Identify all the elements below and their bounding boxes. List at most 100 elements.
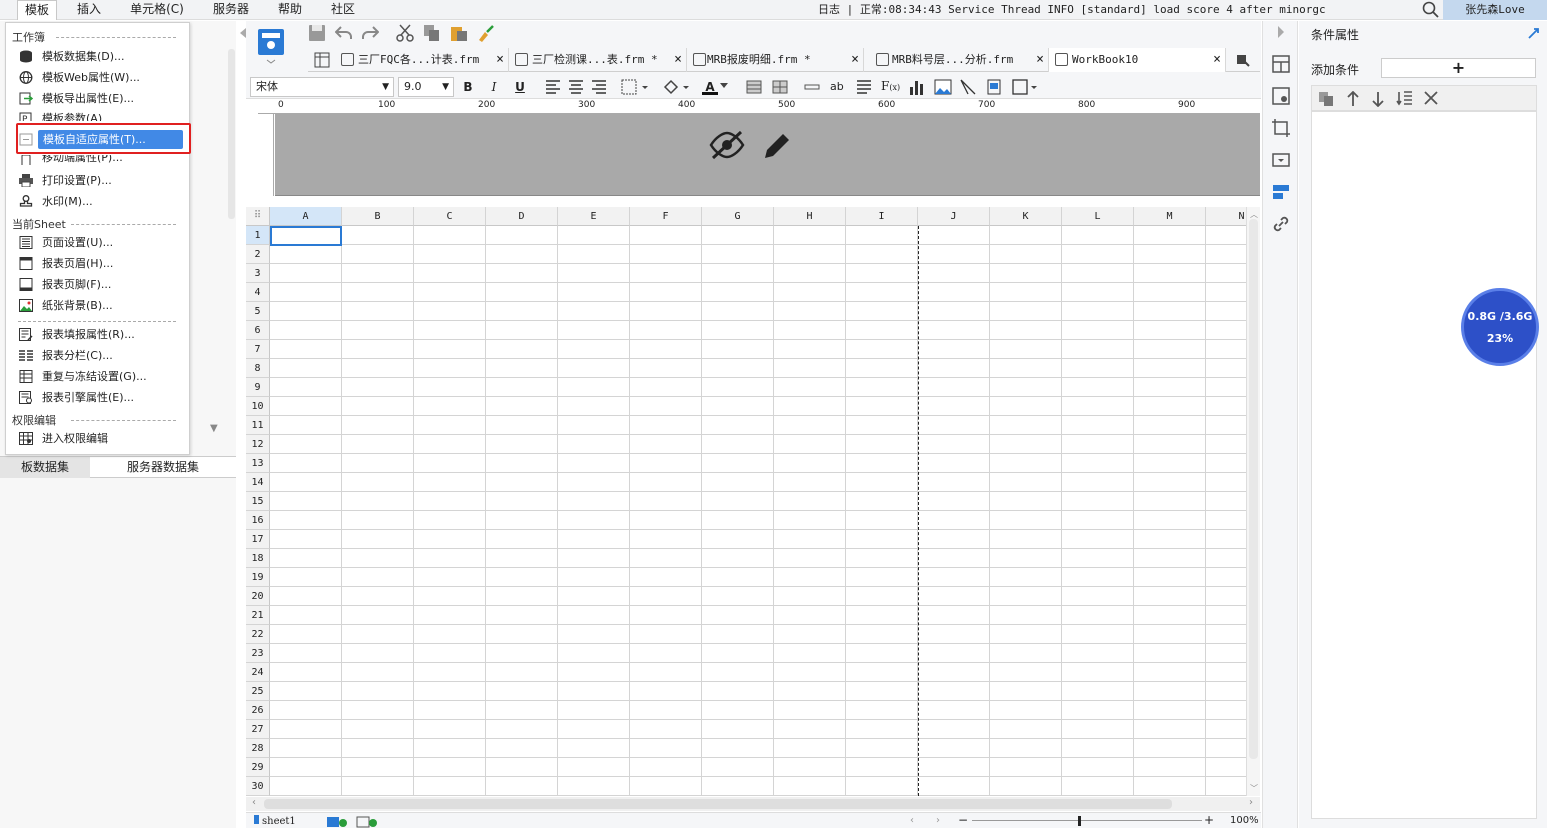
diagonal-line-icon[interactable] <box>960 79 976 95</box>
widget-icon[interactable] <box>986 79 1002 95</box>
move-down-icon[interactable] <box>1371 91 1385 107</box>
condition-list[interactable] <box>1311 111 1537 819</box>
column-header-E[interactable]: E <box>558 207 630 226</box>
column-header-L[interactable]: L <box>1062 207 1134 226</box>
copy-icon[interactable] <box>423 24 441 42</box>
italic-button[interactable]: I <box>486 79 502 95</box>
close-icon[interactable]: × <box>674 48 682 71</box>
row-header-2[interactable]: 2 <box>246 245 270 264</box>
row-header-25[interactable]: 25 <box>246 682 270 701</box>
row-header-24[interactable]: 24 <box>246 663 270 682</box>
add-condition-button[interactable]: + <box>1381 58 1536 78</box>
tab-server-datasets[interactable]: 服务器数据集 <box>90 457 236 478</box>
column-header-K[interactable]: K <box>990 207 1062 226</box>
row-header-20[interactable]: 20 <box>246 587 270 606</box>
condition-attributes-icon[interactable] <box>1272 183 1290 201</box>
scroll-thumb[interactable] <box>1249 219 1258 759</box>
formula-icon[interactable]: F(x) <box>881 79 900 93</box>
column-header-N[interactable]: N <box>1206 207 1246 226</box>
copy-condition-icon[interactable] <box>1318 91 1334 107</box>
text-wrap-icon[interactable]: ab <box>830 80 844 93</box>
menu-item-fill-props[interactable]: 报表填报属性(R)... <box>11 325 185 344</box>
line-spacing-icon[interactable] <box>856 79 872 95</box>
bold-button[interactable]: B <box>460 79 476 95</box>
scroll-thumb[interactable] <box>264 799 1172 809</box>
cut-icon[interactable] <box>396 24 414 42</box>
fill-color-icon[interactable] <box>662 79 690 95</box>
row-header-12[interactable]: 12 <box>246 435 270 454</box>
menu-item-watermark[interactable]: 水印(M)... <box>11 192 185 211</box>
report-header-area[interactable] <box>275 114 1260 196</box>
menu-item-datasets[interactable]: 模板数据集(D)... <box>11 47 185 66</box>
column-header-A[interactable]: A <box>270 207 342 226</box>
menu-insert[interactable]: 插入 <box>70 0 108 20</box>
select-all-corner[interactable]: ⠿ <box>246 207 270 226</box>
spreadsheet-grid[interactable]: ⠿ ABCDEFGHIJKLMN 1 2 3 4 5 6 7 8 9 10 11 12 13 14 15 16… <box>246 207 1246 796</box>
tab-file-2[interactable]: 三厂检测课...表.frm * × <box>509 48 687 72</box>
row-header-22[interactable]: 22 <box>246 625 270 644</box>
text-color-button[interactable]: A <box>702 79 718 95</box>
menu-community[interactable]: 社区 <box>323 0 363 20</box>
column-header-D[interactable]: D <box>486 207 558 226</box>
tab-file-1[interactable]: 三厂FQC各...计表.frm × <box>335 48 509 72</box>
menu-server[interactable]: 服务器 <box>205 0 257 20</box>
menu-item-mobile-props[interactable]: 移动端属性(P)... <box>11 155 185 165</box>
chart-icon[interactable] <box>909 79 925 95</box>
border-icon[interactable] <box>621 79 649 95</box>
row-header-11[interactable]: 11 <box>246 416 270 435</box>
insert-image-icon[interactable] <box>934 79 952 95</box>
zoom-slider[interactable] <box>972 820 1202 821</box>
column-header-F[interactable]: F <box>630 207 702 226</box>
close-icon[interactable]: × <box>496 48 504 71</box>
align-left-icon[interactable] <box>545 80 561 94</box>
zoom-in-button[interactable]: + <box>1204 813 1214 827</box>
menu-item-permission-edit[interactable]: 进入权限编辑 <box>11 429 185 448</box>
search-icon[interactable] <box>1422 1 1440 19</box>
column-header-I[interactable]: I <box>846 207 918 226</box>
format-painter-icon[interactable] <box>477 24 495 42</box>
collapse-left-icon[interactable] <box>239 28 247 38</box>
row-header-5[interactable]: 5 <box>246 302 270 321</box>
save-icon[interactable] <box>308 24 326 42</box>
sheet-tab[interactable]: sheet1 <box>254 815 314 829</box>
underline-button[interactable]: U <box>512 79 528 95</box>
row-header-6[interactable]: 6 <box>246 321 270 340</box>
design-mode-icon[interactable] <box>255 26 289 66</box>
tab-menu-icon[interactable] <box>1236 53 1250 67</box>
row-header-13[interactable]: 13 <box>246 454 270 473</box>
memory-usage-widget[interactable]: 0.8G /3.6G 23% <box>1461 288 1539 366</box>
align-center-icon[interactable] <box>568 80 584 94</box>
column-header-H[interactable]: H <box>774 207 846 226</box>
row-header-21[interactable]: 21 <box>246 606 270 625</box>
row-header-23[interactable]: 23 <box>246 644 270 663</box>
menu-item-columns[interactable]: 报表分栏(C)... <box>11 346 185 365</box>
add-sheet-icon[interactable] <box>326 816 348 828</box>
row-header-19[interactable]: 19 <box>246 568 270 587</box>
row-header-14[interactable]: 14 <box>246 473 270 492</box>
menu-item-print-settings[interactable]: 打印设置(P)... <box>11 171 185 190</box>
menu-item-params[interactable]: P 模板参数(A) <box>11 109 185 121</box>
zoom-slider-thumb[interactable] <box>1078 816 1081 826</box>
column-header-B[interactable]: B <box>342 207 414 226</box>
column-header-J[interactable]: J <box>918 207 990 226</box>
menu-item-engine-props[interactable]: 报表引擎属性(E)... <box>11 388 185 407</box>
row-header-18[interactable]: 18 <box>246 549 270 568</box>
widget-settings-icon[interactable] <box>1272 151 1290 169</box>
user-name[interactable]: 张先森Love <box>1443 0 1547 20</box>
menu-item-freeze[interactable]: 重复与冻结设置(G)... <box>11 367 185 386</box>
column-header-G[interactable]: G <box>702 207 774 226</box>
cell-element-icon[interactable] <box>1272 55 1290 73</box>
menu-help[interactable]: 帮助 <box>270 0 310 20</box>
hyperlink-icon[interactable] <box>1272 215 1290 233</box>
insert-row-icon[interactable] <box>804 79 820 95</box>
chevron-down-icon[interactable]: ▼ <box>210 423 218 434</box>
row-header-29[interactable]: 29 <box>246 758 270 777</box>
close-icon[interactable]: × <box>1213 48 1221 71</box>
floating-element-icon[interactable] <box>1012 79 1038 95</box>
row-header-27[interactable]: 27 <box>246 720 270 739</box>
prev-sheet-button[interactable]: ‹ <box>910 815 914 826</box>
row-header-10[interactable]: 10 <box>246 397 270 416</box>
row-header-9[interactable]: 9 <box>246 378 270 397</box>
row-header-3[interactable]: 3 <box>246 264 270 283</box>
menu-item-web-props[interactable]: 模板Web属性(W)... <box>11 68 185 87</box>
